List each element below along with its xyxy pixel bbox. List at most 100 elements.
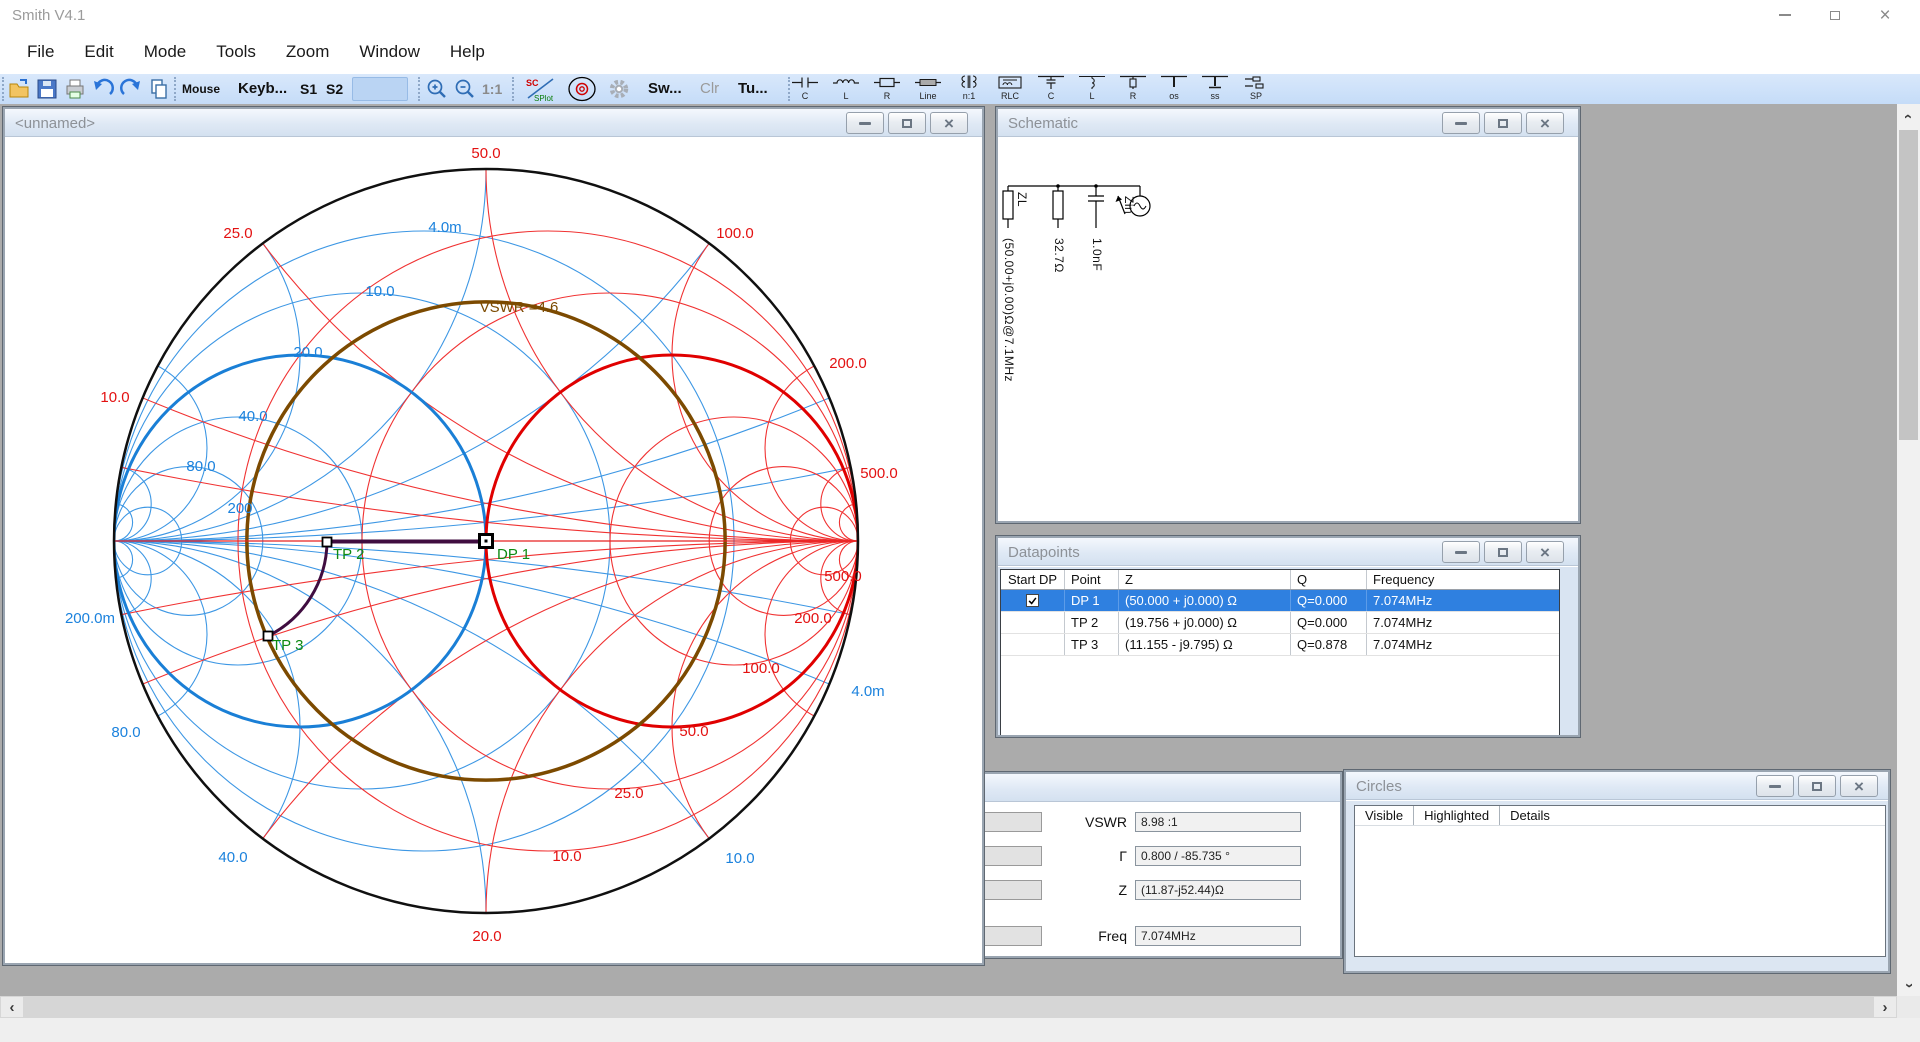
column-header-highlighted[interactable]: Highlighted [1414,806,1500,825]
app-titlebar[interactable]: Smith V4.1 × [0,0,1920,30]
datapoint-row[interactable]: TP 3 (11.155 - j9.795) Ω Q=0.878 7.074MH… [1001,634,1559,656]
chart-close-button[interactable]: × [930,112,968,134]
datapoints-close-button[interactable]: × [1526,541,1564,563]
chart-restore-button[interactable] [888,112,926,134]
shunt-resistor-button[interactable]: R [1114,75,1152,103]
horizontal-scrollbar[interactable]: ‹ › [0,996,1897,1018]
chevron-up-icon: ‹ [1900,114,1917,119]
transformer-button[interactable]: n:1 [950,75,988,103]
series-capacitor-button[interactable]: C [786,75,824,103]
vswr-label: VSWR [1049,812,1127,833]
splot-toggle-button[interactable]: SC SPlot [520,76,560,102]
menu-zoom[interactable]: Zoom [271,30,344,74]
s1-button[interactable]: S1 [300,74,317,104]
circles-list[interactable]: Visible Highlighted Details [1354,805,1886,957]
circles-minimize-button[interactable] [1756,775,1794,797]
scroll-up-button[interactable]: ‹ [1897,104,1920,128]
scroll-right-button[interactable]: › [1874,997,1896,1017]
open-stub-button[interactable]: os [1155,75,1193,103]
schematic-titlebar[interactable]: Schematic × [998,109,1578,137]
s2-button[interactable]: S2 [326,74,343,104]
scrollbar-corner [1897,996,1920,1018]
schematic-canvas-area[interactable]: ZL (50.00+j0.00)Ω@7.1MHz 32.7Ω 1.0nF Zin [998,138,1578,521]
app-close-button[interactable]: × [1860,0,1910,30]
column-header-start-dp[interactable]: Start DP [1001,570,1065,589]
shunt-capacitor-button[interactable]: C [1032,75,1070,103]
save-icon [35,77,59,101]
menu-help[interactable]: Help [435,30,500,74]
shorted-stub-button[interactable]: ss [1196,75,1234,103]
gamma-value[interactable]: 0.800 / -85.735 ° [1135,846,1301,866]
schematic-restore-button[interactable] [1484,112,1522,134]
circles-restore-button[interactable] [1798,775,1836,797]
datapoints-window: Datapoints × Start DP Point Z Q Frequenc… [996,536,1580,737]
menu-mode[interactable]: Mode [129,30,202,74]
undo-button[interactable] [90,76,116,102]
tune-button[interactable]: Tu... [738,74,768,104]
toolbar-grip[interactable] [174,77,176,101]
zoom-out-button[interactable] [452,76,478,102]
start-dp-checkbox[interactable] [1026,594,1039,607]
column-header-details[interactable]: Details [1500,806,1560,825]
redo-button[interactable] [118,76,144,102]
zoom-in-button[interactable] [424,76,450,102]
freq-value[interactable]: 7.074MHz [1135,926,1301,946]
datapoints-titlebar[interactable]: Datapoints × [998,538,1578,566]
schematic-window-title: Schematic [1008,115,1078,132]
open-file-button[interactable] [6,76,32,102]
datapoints-minimize-button[interactable] [1442,541,1480,563]
column-header-z[interactable]: Z [1119,570,1291,589]
toolbar-grip[interactable] [512,77,514,101]
zoom-ratio-button[interactable]: 1:1 [482,74,502,104]
settings-gear-button[interactable] [604,76,634,102]
toolbar-grip[interactable] [418,77,420,101]
smith-chart-canvas[interactable]: 50.025.0100.0200.010.0500.0500.0200.0100… [5,138,982,963]
vswr-value[interactable]: 8.98 :1 [1135,812,1301,832]
menu-file[interactable]: File [12,30,69,74]
circles-titlebar[interactable]: Circles × [1346,772,1888,800]
column-header-frequency[interactable]: Frequency [1367,570,1559,589]
vertical-scroll-thumb[interactable] [1899,130,1918,440]
print-button[interactable] [62,76,88,102]
transmission-line-button[interactable]: Line [909,75,947,103]
circles-tool-button[interactable] [566,76,598,102]
chart-minimize-button[interactable] [846,112,884,134]
datapoints-restore-button[interactable] [1484,541,1522,563]
z-value[interactable]: (11.87-j52.44)Ω [1135,880,1301,900]
circles-close-button[interactable]: × [1840,775,1878,797]
series-resistor-button[interactable]: R [868,75,906,103]
measurements-titlebar[interactable] [957,774,1340,802]
copy-button[interactable] [146,76,172,102]
schematic-minimize-button[interactable] [1442,112,1480,134]
menubar: File Edit Mode Tools Zoom Window Help [0,30,1920,74]
sweep-button[interactable]: Sw... [648,74,682,104]
scroll-left-button[interactable]: ‹ [1,997,23,1017]
series-parallel-button[interactable]: SP [1237,75,1275,103]
column-header-q[interactable]: Q [1291,570,1367,589]
rlc-resonator-button[interactable]: RLC [991,75,1029,103]
keyboard-button[interactable]: Keyb... [238,74,287,104]
datapoint-row[interactable]: DP 1 (50.000 + j0.000) Ω Q=0.000 7.074MH… [1001,590,1559,612]
q-cell: Q=0.878 [1291,634,1367,655]
mouse-mode-label[interactable]: Mouse [182,74,220,104]
app-minimize-button[interactable] [1760,0,1810,30]
column-header-visible[interactable]: Visible [1355,806,1414,825]
app-restore-button[interactable] [1810,0,1860,30]
menu-window[interactable]: Window [344,30,434,74]
schematic-close-button[interactable]: × [1526,112,1564,134]
chart-canvas-area[interactable]: 50.025.0100.0200.010.0500.0500.0200.0100… [5,138,982,963]
scroll-down-button[interactable]: ‹ [1897,974,1920,996]
shunt-inductor-button[interactable]: L [1073,75,1111,103]
datapoint-row[interactable]: TP 2 (19.756 + j0.000) Ω Q=0.000 7.074MH… [1001,612,1559,634]
save-button[interactable] [34,76,60,102]
toolbar-grip[interactable] [2,77,4,101]
chart-label: 20.0 [293,344,322,361]
menu-tools[interactable]: Tools [201,30,271,74]
clear-button[interactable]: Clr [700,74,719,104]
chart-titlebar[interactable]: <unnamed> × [5,109,982,137]
vertical-scrollbar[interactable]: ‹ ‹ [1897,104,1920,996]
zoom-out-icon [453,77,477,101]
series-inductor-button[interactable]: L [827,75,865,103]
column-header-point[interactable]: Point [1065,570,1119,589]
menu-edit[interactable]: Edit [69,30,128,74]
